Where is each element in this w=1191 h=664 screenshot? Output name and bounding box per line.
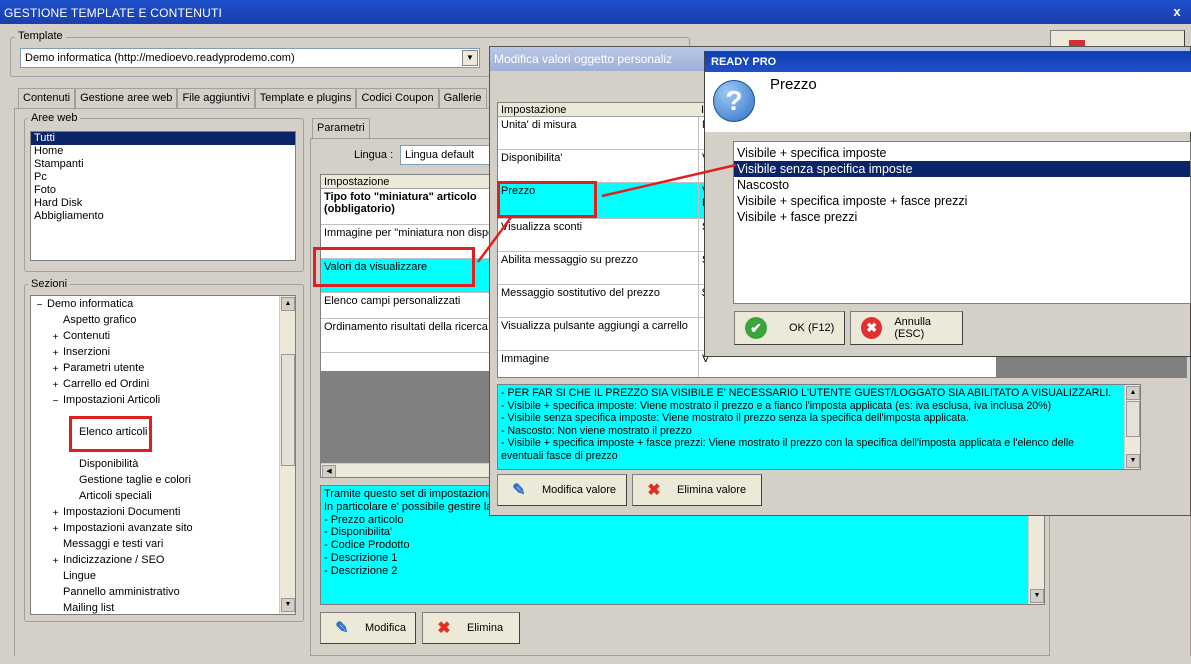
annotation-arrow: [601, 163, 737, 198]
annotation-arrows: [476, 163, 737, 263]
annotation-arrow: [476, 215, 514, 263]
